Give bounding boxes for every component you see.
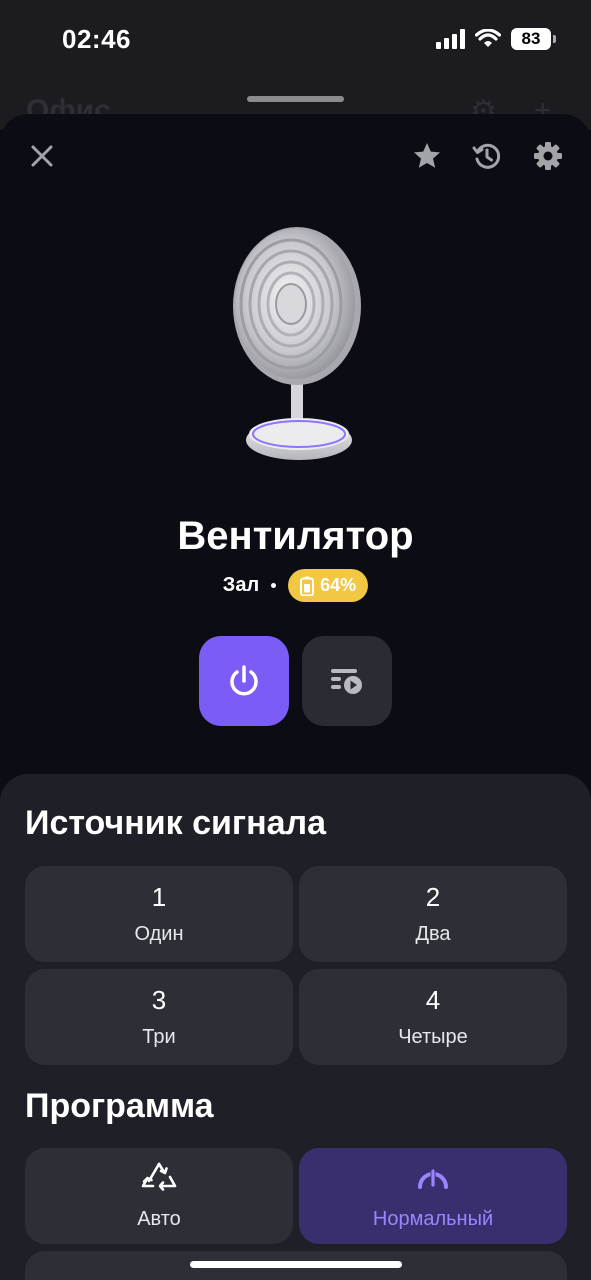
option-label: Один (134, 923, 184, 945)
battery-indicator: 83 (511, 28, 556, 50)
battery-badge: 64% (288, 569, 369, 602)
program-title: Программа (25, 1087, 214, 1125)
battery-icon (300, 576, 315, 596)
program-option-normal[interactable]: Нормальный (299, 1148, 567, 1244)
option-label: Авто (137, 1208, 181, 1230)
device-name: Вентилятор (177, 514, 414, 558)
option-label: Четыре (398, 1026, 468, 1048)
option-label: Два (415, 923, 451, 945)
favorite-button[interactable] (407, 136, 447, 176)
option-number: 3 (151, 985, 167, 1015)
room-label: Зал (222, 574, 260, 596)
program-option-auto[interactable]: Авто (25, 1148, 293, 1244)
home-indicator[interactable] (190, 1261, 402, 1268)
scenarios-button[interactable] (302, 636, 392, 726)
gear-icon (534, 142, 562, 170)
option-number: 2 (425, 882, 441, 912)
option-label: Нормальный (372, 1208, 494, 1230)
device-subtitle: Зал 64% (0, 569, 591, 602)
device-sheet: Вентилятор Зал 64% Источник сигнала 1 Од… (0, 114, 591, 1280)
option-number: 1 (151, 882, 167, 912)
signal-source-option-3[interactable]: 3 Три (25, 969, 293, 1065)
signal-source-option-4[interactable]: 4 Четыре (299, 969, 567, 1065)
scenario-play-icon (331, 669, 362, 694)
sheet-grabber[interactable] (247, 96, 344, 102)
signal-source-title: Источник сигнала (25, 804, 327, 842)
settings-button[interactable] (528, 136, 568, 176)
signal-source-option-2[interactable]: 2 Два (299, 866, 567, 962)
history-button[interactable] (467, 136, 507, 176)
fan-illustration (233, 227, 361, 460)
history-icon (472, 143, 501, 169)
device-image (225, 222, 365, 462)
controls-panel: Источник сигнала 1 Один 2 Два 3 Три 4 Че… (0, 774, 591, 1280)
close-icon (31, 145, 53, 167)
battery-percent: 64% (320, 575, 357, 595)
signal-source-option-1[interactable]: 1 Один (25, 866, 293, 962)
wifi-icon (475, 29, 501, 47)
power-button[interactable] (199, 636, 289, 726)
option-label: Три (142, 1026, 176, 1048)
recycle-icon (141, 1161, 177, 1198)
status-time: 02:46 (62, 24, 131, 54)
close-button[interactable] (22, 136, 62, 176)
option-number: 4 (425, 985, 441, 1015)
star-icon (414, 143, 440, 168)
cellular-signal-icon (436, 29, 465, 49)
power-icon (230, 665, 258, 696)
speedometer-icon (415, 1161, 451, 1198)
status-icons: 83 (436, 28, 556, 50)
status-bar: 02:46 83 (0, 0, 591, 80)
separator-dot (271, 583, 277, 588)
